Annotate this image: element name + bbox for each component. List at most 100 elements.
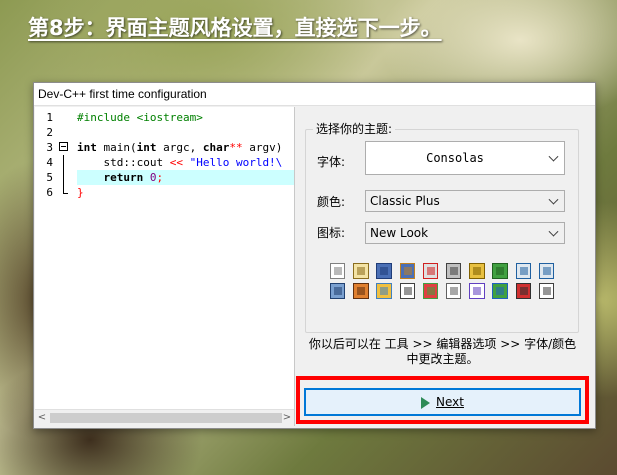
fold-line xyxy=(63,155,64,170)
exit-icon xyxy=(538,283,555,299)
icon-spacer xyxy=(347,263,351,279)
color-select-value: Classic Plus xyxy=(370,194,440,208)
icon-glyph xyxy=(403,267,412,275)
icon-spacer xyxy=(371,263,375,279)
icon-glyph xyxy=(473,287,482,295)
icon-spacer xyxy=(371,283,375,299)
layout-icon xyxy=(446,283,462,299)
replace-icon xyxy=(538,263,555,279)
font-select[interactable]: Consolas xyxy=(365,141,565,175)
icon-spacer xyxy=(556,283,560,299)
icon-spacer xyxy=(510,283,514,299)
icon-select[interactable]: New Look xyxy=(365,222,565,244)
icon-glyph xyxy=(542,287,551,295)
theme-hint: 你以后可以在 工具 >> 编辑器选项 >> 字体/颜色 中更改主题。 xyxy=(308,337,577,366)
code-line: 2 xyxy=(35,125,294,140)
code-text: #include <iostream> xyxy=(77,110,203,125)
code-token: << xyxy=(169,156,183,169)
code-token: "Hello world!\ xyxy=(182,156,283,169)
icon-glyph xyxy=(426,267,435,275)
icon-spacer xyxy=(394,263,398,279)
code-token: int xyxy=(77,141,97,154)
config-dialog: Dev-C++ first time configuration 1 #inclu… xyxy=(33,82,596,429)
line-number: 5 xyxy=(46,171,53,184)
code-text: } xyxy=(77,185,84,200)
code-line: 5 return 0; xyxy=(35,170,294,185)
line-number: 1 xyxy=(46,111,53,124)
code-line: 1 #include <iostream> xyxy=(35,110,294,125)
icon-spacer xyxy=(440,283,444,299)
icon-glyph xyxy=(473,267,482,275)
fold-line xyxy=(63,185,64,193)
icon-spacer xyxy=(417,283,421,299)
icon-label: 图标: xyxy=(317,226,346,240)
code-text: return 0; xyxy=(77,170,294,185)
new-file-icon xyxy=(330,263,346,279)
scroll-right-icon[interactable]: > xyxy=(280,410,294,426)
code-token: main( xyxy=(96,141,137,154)
code-token: } xyxy=(77,186,84,199)
find-icon xyxy=(515,263,531,279)
save-all-icon xyxy=(399,263,415,279)
font-label: 字体: xyxy=(317,155,346,169)
icon-glyph xyxy=(403,287,412,295)
code-line: 4 std::cout << "Hello world!\ xyxy=(35,155,294,170)
undo-icon xyxy=(469,263,485,279)
font-select-value: Consolas xyxy=(426,151,484,165)
new-project-icon xyxy=(353,263,369,279)
code-token: 0 xyxy=(149,171,157,184)
icon-glyph xyxy=(357,287,366,295)
compile-icon xyxy=(330,283,346,299)
code-token: #include <iostream> xyxy=(77,111,203,124)
code-text: int main(int argc, char** argv) xyxy=(77,140,282,155)
print-icon xyxy=(446,263,462,279)
arrow-right-icon xyxy=(421,396,431,409)
dialog-title: Dev-C++ first time configuration xyxy=(34,83,595,106)
icon-glyph xyxy=(380,287,389,295)
scroll-left-icon[interactable]: < xyxy=(35,410,49,426)
code-token: return xyxy=(103,171,144,184)
icon-spacer xyxy=(440,263,444,279)
fold-toggle-icon[interactable] xyxy=(59,142,68,151)
chart-icon xyxy=(492,283,508,299)
icon-spacer xyxy=(463,283,467,299)
redo-icon xyxy=(492,263,508,279)
window-icon xyxy=(399,283,415,299)
icon-spacer xyxy=(510,263,514,279)
icon-glyph xyxy=(519,287,528,295)
grid-icon xyxy=(376,283,392,299)
save-icon xyxy=(376,263,392,279)
code-line: 6} xyxy=(35,185,294,200)
scroll-thumb[interactable] xyxy=(50,413,282,423)
code-token: argv) xyxy=(242,141,283,154)
code-preview: 1 #include <iostream> 2 3 int main(int argc,… xyxy=(35,107,295,426)
icon-glyph xyxy=(334,267,342,275)
page-heading: 第8步：界面主题风格设置，直接选下一步。 xyxy=(28,16,442,40)
horizontal-scrollbar[interactable]: < > xyxy=(35,409,294,426)
code-token: ; xyxy=(156,171,164,184)
line-number: 3 xyxy=(46,141,53,154)
color-select[interactable]: Classic Plus xyxy=(365,190,565,212)
icon-glyph xyxy=(426,287,435,295)
line-number: 6 xyxy=(46,186,53,199)
icon-glyph xyxy=(542,267,551,275)
code-line: 3 int main(int argc, char** argv) xyxy=(35,140,294,155)
icon-spacer xyxy=(347,283,351,299)
code-text: std::cout << "Hello world!\ xyxy=(77,155,282,170)
code-token: std::cout xyxy=(77,156,170,169)
colors-icon xyxy=(422,283,439,299)
theme-group-title: 选择你的主题: xyxy=(313,120,396,137)
icon-glyph xyxy=(357,267,366,275)
icon-spacer xyxy=(487,283,491,299)
icon-glyph xyxy=(334,287,342,295)
icon-spacer xyxy=(417,263,421,279)
icon-select-value: New Look xyxy=(370,226,429,240)
icon-glyph xyxy=(380,267,389,275)
chevron-down-icon xyxy=(548,191,560,211)
icon-spacer xyxy=(556,263,560,279)
icon-glyph xyxy=(450,267,459,275)
next-button[interactable]: Next xyxy=(304,388,581,416)
code-lines: 1 #include <iostream> 2 3 int main(int argc,… xyxy=(35,110,294,200)
icon-glyph xyxy=(496,267,505,275)
